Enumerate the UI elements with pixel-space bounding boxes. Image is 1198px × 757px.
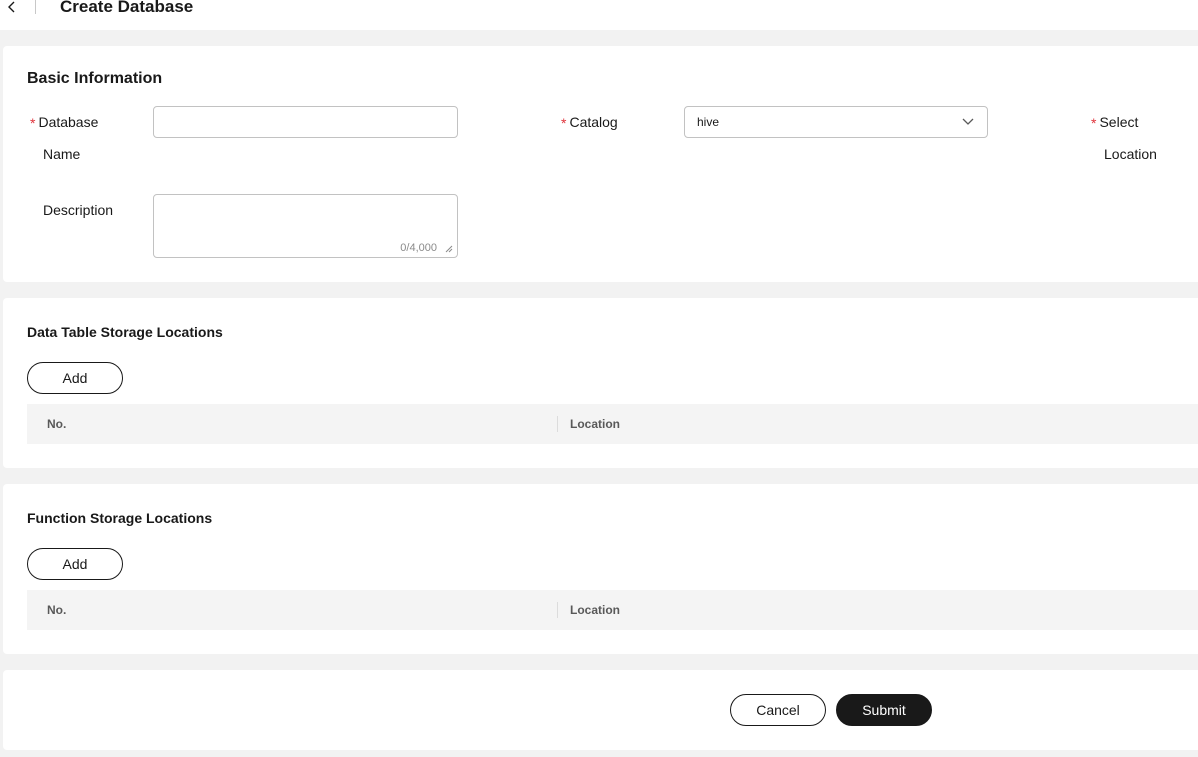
description-textarea-box: 0/4,000 [153, 194, 458, 258]
database-name-label: * Database [30, 106, 98, 138]
data-table-storage-locations-card: Data Table Storage Locations Add No. Loc… [3, 298, 1198, 468]
function-locations-table-header: No. Location [27, 590, 1198, 630]
select-location-label-line1: Select [1099, 114, 1139, 130]
chevron-left-icon[interactable] [5, 0, 19, 16]
database-name-label-line2: Name [43, 146, 81, 162]
submit-button[interactable]: Submit [836, 694, 932, 726]
catalog-label: * Catalog [561, 106, 618, 138]
column-separator [557, 416, 558, 432]
add-function-location-button[interactable]: Add [27, 548, 123, 580]
required-marker: * [1091, 115, 1097, 131]
add-data-table-location-button[interactable]: Add [27, 362, 123, 394]
basic-information-card: Basic Information * Database Name * Catalo… [3, 46, 1198, 282]
footer-actions-card: Cancel Submit [3, 670, 1198, 750]
column-header-location: Location [570, 417, 620, 431]
catalog-select-value: hive [697, 115, 720, 129]
required-marker: * [30, 115, 36, 131]
section-title-basic-information: Basic Information [27, 70, 163, 87]
chevron-down-icon [962, 118, 974, 125]
catalog-label-text: Catalog [569, 114, 618, 130]
column-header-no: No. [47, 417, 67, 431]
data-table-locations-table-header: No. Location [27, 404, 1198, 444]
description-char-count: 0/4,000 [400, 242, 437, 254]
section-title-function-storage-locations: Function Storage Locations [27, 510, 213, 526]
cancel-button[interactable]: Cancel [730, 694, 826, 726]
header-divider [35, 0, 36, 14]
page-title: Create Database [60, 0, 194, 16]
description-label: Description [43, 202, 114, 218]
select-location-label: * Select [1091, 106, 1138, 138]
database-name-label-line1: Database [38, 114, 99, 130]
select-location-label-line2: Location [1104, 146, 1157, 162]
column-header-no: No. [47, 603, 67, 617]
catalog-select[interactable]: hive [684, 106, 988, 138]
page-header: Create Database [0, 0, 1198, 30]
required-marker: * [561, 115, 567, 131]
section-title-data-table-storage-locations: Data Table Storage Locations [27, 324, 223, 340]
column-separator [557, 602, 558, 618]
database-name-input[interactable] [153, 106, 458, 138]
resize-handle-icon[interactable] [445, 245, 453, 253]
function-storage-locations-card: Function Storage Locations Add No. Locat… [3, 484, 1198, 654]
column-header-location: Location [570, 603, 620, 617]
